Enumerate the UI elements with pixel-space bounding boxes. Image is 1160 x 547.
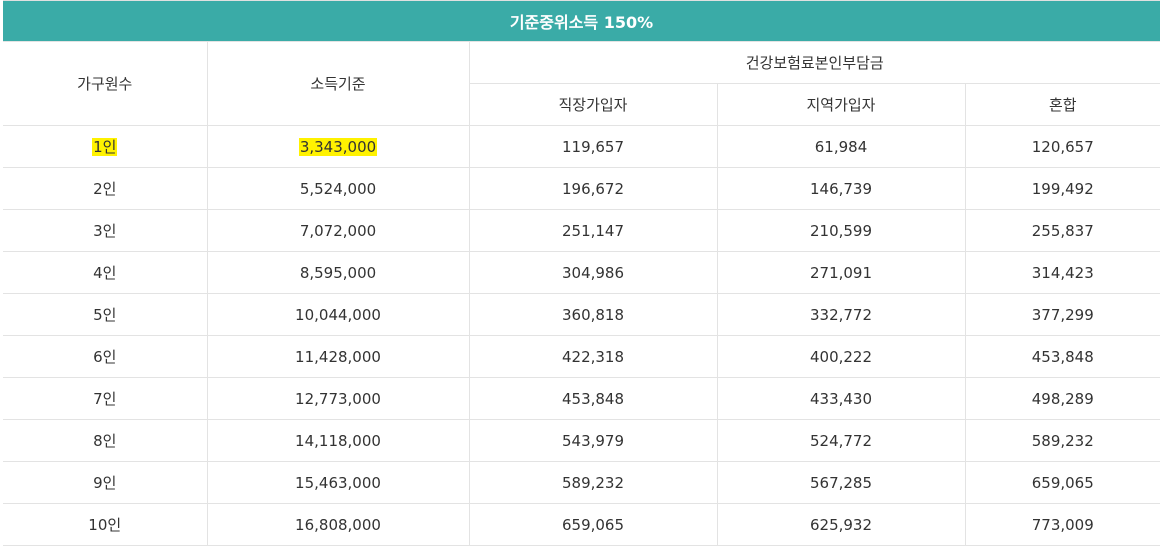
header-mixed: 혼합	[964, 83, 1160, 126]
cell-income: 3,343,000	[206, 125, 470, 168]
cell-household: 2인	[3, 167, 208, 210]
table-row: 10인 16,808,000 659,065 625,932 773,009	[3, 503, 1160, 546]
cell-income: 5,524,000	[206, 167, 470, 210]
cell-household: 7인	[3, 377, 208, 420]
table-row: 3인 7,072,000 251,147 210,599 255,837	[3, 209, 1160, 252]
cell-income: 11,428,000	[206, 335, 470, 378]
cell-mixed: 659,065	[964, 461, 1160, 504]
income-table: 가구원수 소득기준 건강보험료본인부담금 직장가입자 지역가입자 혼합 1인 3…	[3, 41, 1160, 546]
cell-mixed: 377,299	[964, 293, 1160, 336]
cell-regional: 271,091	[716, 251, 966, 294]
table-row: 5인 10,044,000 360,818 332,772 377,299	[3, 293, 1160, 336]
cell-mixed: 773,009	[964, 503, 1160, 546]
cell-household: 5인	[3, 293, 208, 336]
header-employee: 직장가입자	[469, 83, 718, 126]
cell-household: 3인	[3, 209, 208, 252]
table-row: 6인 11,428,000 422,318 400,222 453,848	[3, 335, 1160, 378]
cell-employee: 453,848	[468, 377, 718, 420]
cell-income: 12,773,000	[206, 377, 470, 420]
header-insurance-group: 건강보험료본인부담금	[468, 41, 1160, 84]
cell-income: 8,595,000	[206, 251, 470, 294]
cell-employee: 304,986	[468, 251, 718, 294]
cell-household: 1인	[3, 125, 208, 168]
cell-regional: 625,932	[716, 503, 966, 546]
cell-household: 10인	[3, 503, 208, 546]
header-household: 가구원수	[3, 41, 208, 126]
cell-regional: 146,739	[716, 167, 966, 210]
table-row: 7인 12,773,000 453,848 433,430 498,289	[3, 377, 1160, 420]
cell-employee: 659,065	[468, 503, 718, 546]
cell-employee: 543,979	[468, 419, 718, 462]
header-income: 소득기준	[206, 41, 470, 126]
cell-income: 15,463,000	[206, 461, 470, 504]
cell-mixed: 314,423	[964, 251, 1160, 294]
cell-regional: 210,599	[716, 209, 966, 252]
cell-household: 9인	[3, 461, 208, 504]
cell-regional: 524,772	[716, 419, 966, 462]
cell-regional: 61,984	[716, 125, 966, 168]
table-row: 9인 15,463,000 589,232 567,285 659,065	[3, 461, 1160, 504]
table-header: 가구원수 소득기준 건강보험료본인부담금 직장가입자 지역가입자 혼합	[3, 41, 1160, 126]
cell-mixed: 589,232	[964, 419, 1160, 462]
cell-regional: 433,430	[716, 377, 966, 420]
table-row: 8인 14,118,000 543,979 524,772 589,232	[3, 419, 1160, 462]
income-table-container: 기준중위소득 150% 가구원수 소득기준 건강보험료본인부담금 직장가입자 지…	[3, 0, 1160, 546]
cell-household: 6인	[3, 335, 208, 378]
cell-household: 8인	[3, 419, 208, 462]
cell-regional: 567,285	[716, 461, 966, 504]
table-row: 1인 3,343,000 119,657 61,984 120,657	[3, 125, 1160, 168]
cell-employee: 196,672	[468, 167, 718, 210]
cell-mixed: 120,657	[964, 125, 1160, 168]
table-title: 기준중위소득 150%	[3, 0, 1160, 41]
highlighted-income: 3,343,000	[298, 137, 378, 156]
cell-income: 7,072,000	[206, 209, 470, 252]
cell-mixed: 453,848	[964, 335, 1160, 378]
table-row: 2인 5,524,000 196,672 146,739 199,492	[3, 167, 1160, 210]
cell-employee: 360,818	[468, 293, 718, 336]
cell-employee: 251,147	[468, 209, 718, 252]
cell-income: 14,118,000	[206, 419, 470, 462]
cell-income: 16,808,000	[206, 503, 470, 546]
cell-household: 4인	[3, 251, 208, 294]
cell-employee: 422,318	[468, 335, 718, 378]
header-regional: 지역가입자	[716, 83, 966, 126]
cell-regional: 400,222	[716, 335, 966, 378]
cell-mixed: 255,837	[964, 209, 1160, 252]
cell-employee: 119,657	[468, 125, 718, 168]
cell-regional: 332,772	[716, 293, 966, 336]
table-body: 1인 3,343,000 119,657 61,984 120,657 2인 5…	[3, 125, 1160, 546]
cell-mixed: 199,492	[964, 167, 1160, 210]
highlighted-household: 1인	[92, 138, 118, 156]
table-row: 4인 8,595,000 304,986 271,091 314,423	[3, 251, 1160, 294]
cell-mixed: 498,289	[964, 377, 1160, 420]
cell-employee: 589,232	[468, 461, 718, 504]
cell-income: 10,044,000	[206, 293, 470, 336]
